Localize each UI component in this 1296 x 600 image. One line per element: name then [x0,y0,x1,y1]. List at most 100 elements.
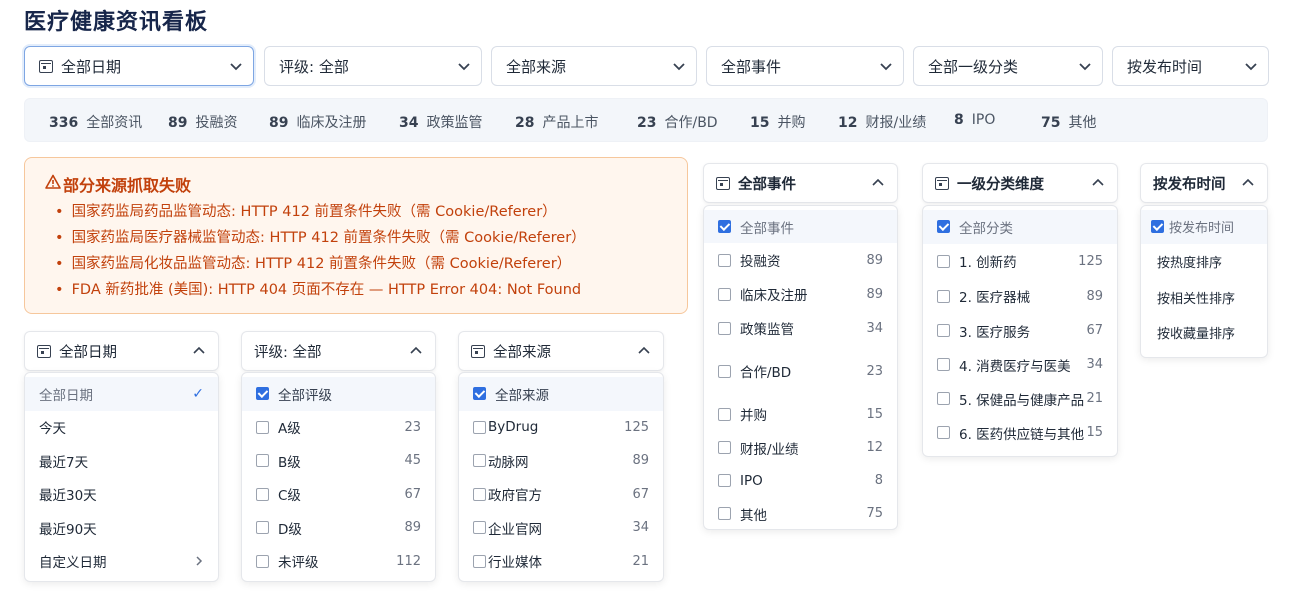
checkbox-icon [937,220,950,234]
date-option-7d[interactable]: 最近7天 [25,444,218,478]
category-option[interactable]: 2. 医疗器械 89 [923,279,1117,314]
checkbox-icon [718,253,731,267]
chevron-down-icon [1245,63,1257,71]
event-option[interactable]: 临床及注册 89 [704,277,897,311]
stat-item[interactable]: 15 并购 [750,112,805,132]
event-filter[interactable]: 全部事件 [706,46,904,86]
error-item: 国家药监局药品监管动态: HTTP 412 前置条件失败（需 Cookie/Re… [55,200,557,221]
date-option-custom[interactable]: 自定义日期 [25,545,218,579]
rating-option[interactable]: 全部评级 [242,377,435,411]
category-option[interactable]: 全部分类 [923,210,1117,244]
rating-option[interactable]: 未评级 112 [242,545,435,579]
checkbox-icon [473,521,486,535]
category-dropdown-header[interactable]: 一级分类维度 [922,163,1118,203]
event-option[interactable]: 财报/业绩 12 [704,431,897,464]
stats-bar: 336 全部资讯 89 投融资 89 临床及注册 34 政策监管 28 产品上市 23 合作… [24,98,1268,142]
stat-item[interactable]: 89 临床及注册 [269,112,366,132]
sort-option[interactable]: 按相关性排序 [1141,280,1267,315]
source-option[interactable]: 企业官网 34 [459,511,663,545]
checkbox-icon [937,289,950,303]
event-option[interactable]: 全部事件 [704,210,897,243]
category-dropdown-menu: 全部分类 1. 创新药 125 2. 医疗器械 89 3. 医疗服务 67 4. 消费… [922,205,1118,457]
calendar-icon [716,176,730,190]
source-option[interactable]: 全部来源 [459,377,663,411]
date-filter-label: 全部日期 [61,57,122,76]
event-option[interactable]: 政策监管 34 [704,311,897,345]
date-option-90d[interactable]: 最近90天 [25,511,218,545]
event-option[interactable]: 并购 15 [704,397,897,431]
event-option[interactable]: 合作/BD 23 [704,345,897,397]
event-option[interactable]: 其他 75 [704,497,897,530]
chevron-down-icon [880,63,892,71]
date-option-today[interactable]: 今天 [25,411,218,445]
chevron-down-icon [1079,63,1091,71]
checkbox-icon [256,387,269,401]
source-filter[interactable]: 全部来源 [491,46,697,86]
category-filter[interactable]: 全部一级分类 [913,46,1103,86]
date-option-30d[interactable]: 最近30天 [25,478,218,512]
chevron-down-icon [673,63,685,71]
category-option[interactable]: 3. 医疗服务 67 [923,314,1117,348]
source-option[interactable]: 政府官方 67 [459,478,663,512]
checkbox-icon [473,454,486,468]
checkbox-icon [718,407,731,421]
alert-title: 部分来源抓取失败 [63,176,192,195]
stat-item[interactable]: 34 政策监管 [399,112,482,132]
stat-item[interactable]: 28 产品上市 [515,112,598,132]
sort-option[interactable]: 按发布时间 [1141,210,1267,244]
category-option[interactable]: 1. 创新药 125 [923,244,1117,279]
stat-item[interactable]: 336 全部资讯 [49,112,142,132]
date-option-all[interactable]: 全部日期 ✓ [25,377,218,411]
rating-filter-label: 评级: 全部 [279,57,349,76]
error-item: 国家药监局医疗器械监管动态: HTTP 412 前置条件失败（需 Cookie/… [55,226,586,247]
event-option[interactable]: 投融资 89 [704,243,897,277]
chevron-down-icon [458,63,470,71]
sort-option[interactable]: 按热度排序 [1141,244,1267,280]
source-dropdown-header[interactable]: 全部来源 [458,331,664,371]
date-dropdown-header[interactable]: 全部日期 [24,331,219,371]
event-filter-label: 全部事件 [721,57,782,76]
category-filter-label: 全部一级分类 [928,57,1019,76]
category-option[interactable]: 4. 消费医疗与医美 34 [923,348,1117,382]
chevron-up-icon [638,346,650,354]
error-item: 国家药监局化妆品监管动态: HTTP 412 前置条件失败（需 Cookie/R… [55,252,572,273]
rating-filter[interactable]: 评级: 全部 [264,46,482,86]
rating-option[interactable]: C级 67 [242,478,435,512]
date-filter[interactable]: 全部日期 [24,46,254,86]
event-dropdown-menu: 全部事件 投融资 89 临床及注册 89 政策监管 34 合作/BD 23 并购 15 财… [703,205,898,530]
category-option[interactable]: 6. 医药供应链与其他 15 [923,416,1117,450]
sort-dropdown-header[interactable]: 按发布时间 [1140,163,1268,203]
checkbox-icon [1151,220,1164,234]
rating-option[interactable]: A级 23 [242,411,435,445]
checkbox-icon [718,287,731,301]
checkbox-icon [473,487,486,501]
event-dropdown-header[interactable]: 全部事件 [703,163,898,203]
stat-item[interactable]: 8 IPO [954,112,995,128]
stat-item[interactable]: 75 其他 [1041,112,1096,132]
source-option[interactable]: 动脉网 89 [459,444,663,478]
chevron-down-icon [230,63,242,71]
rating-option[interactable]: D级 89 [242,511,435,545]
stat-item[interactable]: 89 投融资 [168,112,237,132]
chevron-up-icon [872,178,884,186]
rating-option[interactable]: B级 45 [242,444,435,478]
error-item: FDA 新药批准 (美国): HTTP 404 页面不存在 — HTTP Err… [55,278,582,299]
rating-dropdown-header[interactable]: 评级: 全部 [241,331,436,371]
date-dropdown-menu: 全部日期 ✓ 今天 最近7天 最近30天 最近90天 自定义日期 [24,372,219,582]
checkbox-icon [256,554,269,568]
sort-option[interactable]: 按收藏量排序 [1141,315,1267,350]
rating-dropdown-menu: 全部评级 A级 23 B级 45 C级 67 D级 89 未评级 112 [241,372,436,582]
source-option[interactable]: ByDrug 125 [459,411,663,445]
stat-item[interactable]: 12 财报/业绩 [838,112,926,132]
chevron-right-icon [196,556,203,566]
source-dropdown-menu: 全部来源 ByDrug 125 动脉网 89 政府官方 67 企业官网 34 行业媒体 2… [458,372,664,582]
sort-dropdown-menu: 按发布时间 按热度排序 按相关性排序 按收藏量排序 [1140,205,1268,358]
source-option[interactable]: 行业媒体 21 [459,545,663,579]
stat-item[interactable]: 23 合作/BD [637,112,718,132]
sort-filter[interactable]: 按发布时间 [1112,46,1269,86]
warning-icon [45,174,61,189]
category-option[interactable]: 5. 保健品与健康产品 21 [923,382,1117,416]
chevron-up-icon [193,346,205,354]
calendar-icon [39,59,53,73]
event-option[interactable]: IPO 8 [704,464,897,497]
